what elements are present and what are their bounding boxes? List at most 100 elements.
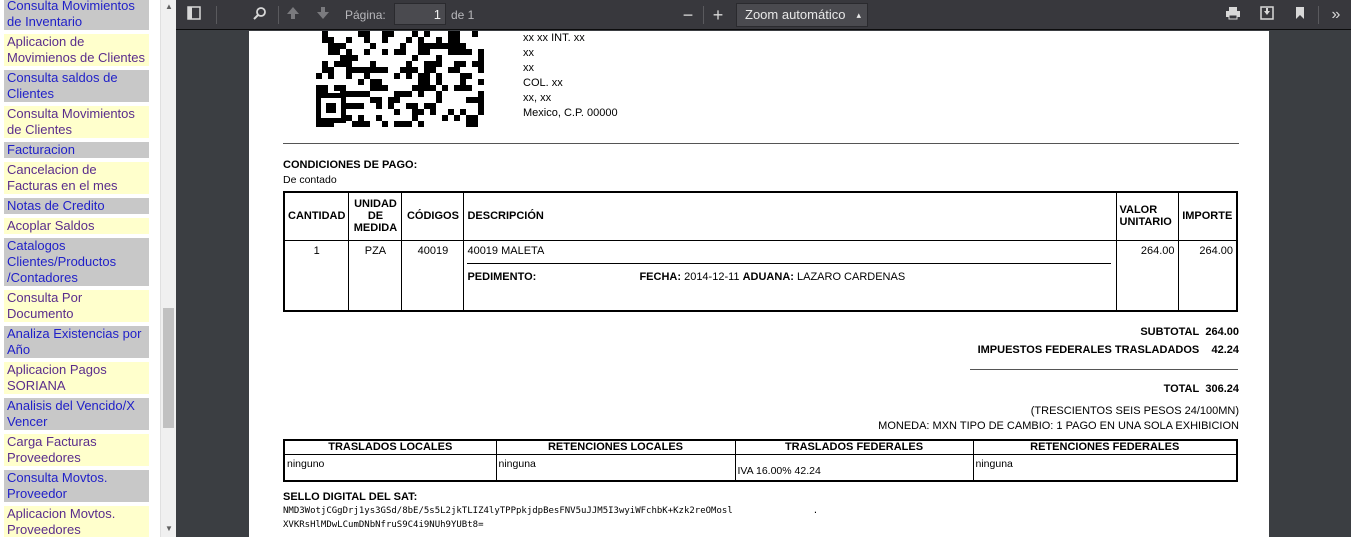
cell-unidad: PZA <box>348 239 403 312</box>
toolbar-separator <box>216 6 217 24</box>
next-page-icon[interactable] <box>311 4 335 26</box>
cell-codigo: 40019 <box>401 239 465 312</box>
toolbar-separator <box>703 6 704 24</box>
header-valor-unitario: VALOR UNITARIO <box>1115 191 1179 241</box>
menu-scrollbar-thumb[interactable] <box>163 308 174 428</box>
aduana-value: LAZARO CARDENAS <box>796 270 906 283</box>
items-table: CANTIDAD UNIDAD DE MEDIDA CÓDIGOS DESCRI… <box>283 191 1238 312</box>
pedimento-label: PEDIMENTO: <box>467 270 537 283</box>
items-header-row: CANTIDAD UNIDAD DE MEDIDA CÓDIGOS DESCRI… <box>283 191 1238 241</box>
pdf-toolbar: Página: de 1 − + Zoom automático ▴ » <box>176 0 1351 30</box>
address-line: xx, xx <box>523 92 552 104</box>
menu-item[interactable]: Consulta Movimientos de Inventario <box>4 0 149 30</box>
total-label: TOTAL <box>1163 383 1200 395</box>
zoom-out-button[interactable]: − <box>676 4 700 26</box>
zoom-in-button[interactable]: + <box>706 4 730 26</box>
aduana-label: ADUANA: <box>742 270 794 283</box>
table-row: 1 PZA 40019 40019 MALETA PEDIMENTO: FECH… <box>283 239 1238 312</box>
fecha-label: FECHA: <box>639 270 682 283</box>
header-traslados-locales: TRASLADOS LOCALES <box>283 439 497 455</box>
cell-descripcion: 40019 MALETA PEDIMENTO: FECHA: 2014-12-1… <box>463 239 1117 312</box>
header-descripcion: DESCRIPCIÓN <box>463 191 1117 241</box>
cell-traslados-locales: ninguno <box>283 453 497 482</box>
menu-item[interactable]: Carga Facturas Proveedores <box>4 434 149 466</box>
page-total: de 1 <box>451 8 475 22</box>
address-line: xx <box>523 62 534 74</box>
header-unidad: UNIDAD DE MEDIDA <box>348 191 403 241</box>
search-icon[interactable] <box>248 4 272 26</box>
previous-page-icon[interactable] <box>281 4 305 26</box>
taxes-table: TRASLADOS LOCALES RETENCIONES LOCALES TR… <box>283 439 1238 482</box>
total-line: TOTAL 306.24 <box>1164 383 1239 395</box>
scroll-up-arrow-icon[interactable]: ▲ <box>164 2 174 12</box>
cell-traslados-federales: IVA 16.00% 42.24 <box>734 453 974 482</box>
toolbar-separator <box>278 6 279 24</box>
address-line: COL. xx <box>523 77 563 89</box>
totals-block: SUBTOTAL 264.00 IMPUESTOS FEDERALES TRAS… <box>839 323 1239 359</box>
sello-line-2: XVKRsHlMDwLCumDNbNfruS9C4i9NUh9YUBt8= <box>283 520 484 530</box>
pedimento-line: PEDIMENTO: FECHA: 2014-12-11 ADUANA: LAZ… <box>467 271 1112 283</box>
item-description: 40019 MALETA <box>467 245 1112 264</box>
cell-retenciones-federales: ninguna <box>972 453 1238 482</box>
qr-code-image <box>316 31 484 127</box>
menu-item[interactable]: Consulta Movtos. Proveedor <box>4 470 149 502</box>
menu-item[interactable]: Cancelacion de Facturas en el mes <box>4 162 149 194</box>
subtotal-label: SUBTOTAL <box>1140 326 1200 338</box>
menu-scrollbar[interactable]: ▲ ▼ <box>160 0 176 537</box>
table-row: ninguno ninguna IVA 16.00% 42.24 ninguna <box>283 453 1238 482</box>
sidebar-toggle-icon[interactable] <box>182 4 206 26</box>
menu-item[interactable]: Analisis del Vencido/X Vencer <box>4 398 149 430</box>
menu-item[interactable]: Aplicacion de Movimienos de Clientes <box>4 34 149 66</box>
left-menu-frame: Consulta Movimientos de Inventario Aplica… <box>0 0 176 537</box>
menu-item[interactable]: Facturacion <box>4 142 149 158</box>
zoom-select-value: Zoom automático <box>745 7 846 22</box>
address-line: xx <box>523 47 534 59</box>
total-value: 306.24 <box>1205 383 1239 395</box>
menu-item[interactable]: Aplicacion Pagos SORIANA <box>4 362 149 394</box>
header-importe: IMPORTE <box>1177 191 1238 241</box>
download-icon[interactable] <box>1255 4 1279 26</box>
cell-cantidad: 1 <box>283 239 350 312</box>
divider <box>283 143 1239 144</box>
header-retenciones-federales: RETENCIONES FEDERALES <box>972 439 1238 455</box>
cell-valor-unitario: 264.00 <box>1115 239 1179 312</box>
taxes-header-row: TRASLADOS LOCALES RETENCIONES LOCALES TR… <box>283 439 1238 455</box>
tools-chevron-icon[interactable]: » <box>1324 4 1348 26</box>
header-retenciones-locales: RETENCIONES LOCALES <box>495 439 736 455</box>
bookmark-icon[interactable] <box>1288 4 1312 26</box>
address-line: Mexico, C.P. 00000 <box>523 107 618 119</box>
menu-item[interactable]: Aplicacion Movtos. Proveedores <box>4 506 149 537</box>
header-codigos: CÓDIGOS <box>401 191 465 241</box>
divider <box>970 369 1238 370</box>
page-label: Página: <box>345 8 386 22</box>
chevron-up-down-icon: ▴ <box>856 10 861 20</box>
menu-item[interactable]: Consulta Movimientos de Clientes <box>4 106 149 138</box>
scroll-down-arrow-icon[interactable]: ▼ <box>164 524 174 534</box>
menu-item[interactable]: Acoplar Saldos <box>4 218 149 234</box>
impuestos-value: 42.24 <box>1211 344 1239 356</box>
impuestos-label: IMPUESTOS FEDERALES TRASLADADOS <box>977 344 1200 356</box>
conditions-value: De contado <box>283 174 337 186</box>
impuestos-line: IMPUESTOS FEDERALES TRASLADADOS 42.24 <box>839 341 1239 359</box>
address-block: xx xx INT. xx xx xx COL. xx xx, xx Mexico, C.… <box>523 31 618 121</box>
menu-item[interactable]: Analiza Existencias por Año <box>4 326 149 358</box>
menu-list: Consulta Movimientos de Inventario Aplica… <box>4 0 149 537</box>
menu-item[interactable]: Notas de Credito <box>4 198 149 214</box>
sello-text-1: NMD3WotjCGgDrj1ys3GSd/8bE/5s5L2jkTLIZ4ly… <box>283 506 733 516</box>
total-in-words: (TRESCIENTOS SEIS PESOS 24/100MN) <box>1030 405 1239 417</box>
menu-item[interactable]: Consulta saldos de Clientes <box>4 70 149 102</box>
menu-item[interactable]: Catalogos Clientes/Productos /Contadores <box>4 238 149 286</box>
menu-item[interactable]: Consulta Por Documento <box>4 290 149 322</box>
address-line: xx xx INT. xx <box>523 32 585 44</box>
header-cantidad: CANTIDAD <box>283 191 350 241</box>
conditions-title: CONDICIONES DE PAGO: <box>283 159 418 171</box>
subtotal-line: SUBTOTAL 264.00 <box>839 323 1239 341</box>
document-area[interactable]: xx xx INT. xx xx xx COL. xx xx, xx Mexico, C.… <box>176 31 1351 537</box>
zoom-select[interactable]: Zoom automático ▴ <box>736 3 868 27</box>
print-icon[interactable] <box>1221 4 1245 26</box>
header-traslados-federales: TRASLADOS FEDERALES <box>734 439 974 455</box>
pdf-page: xx xx INT. xx xx xx COL. xx xx, xx Mexico, C.… <box>249 31 1269 537</box>
sello-dot: . <box>812 506 819 516</box>
currency-line: MONEDA: MXN TIPO DE CAMBIO: 1 PAGO EN UN… <box>878 420 1239 432</box>
page-number-input[interactable] <box>394 3 446 25</box>
